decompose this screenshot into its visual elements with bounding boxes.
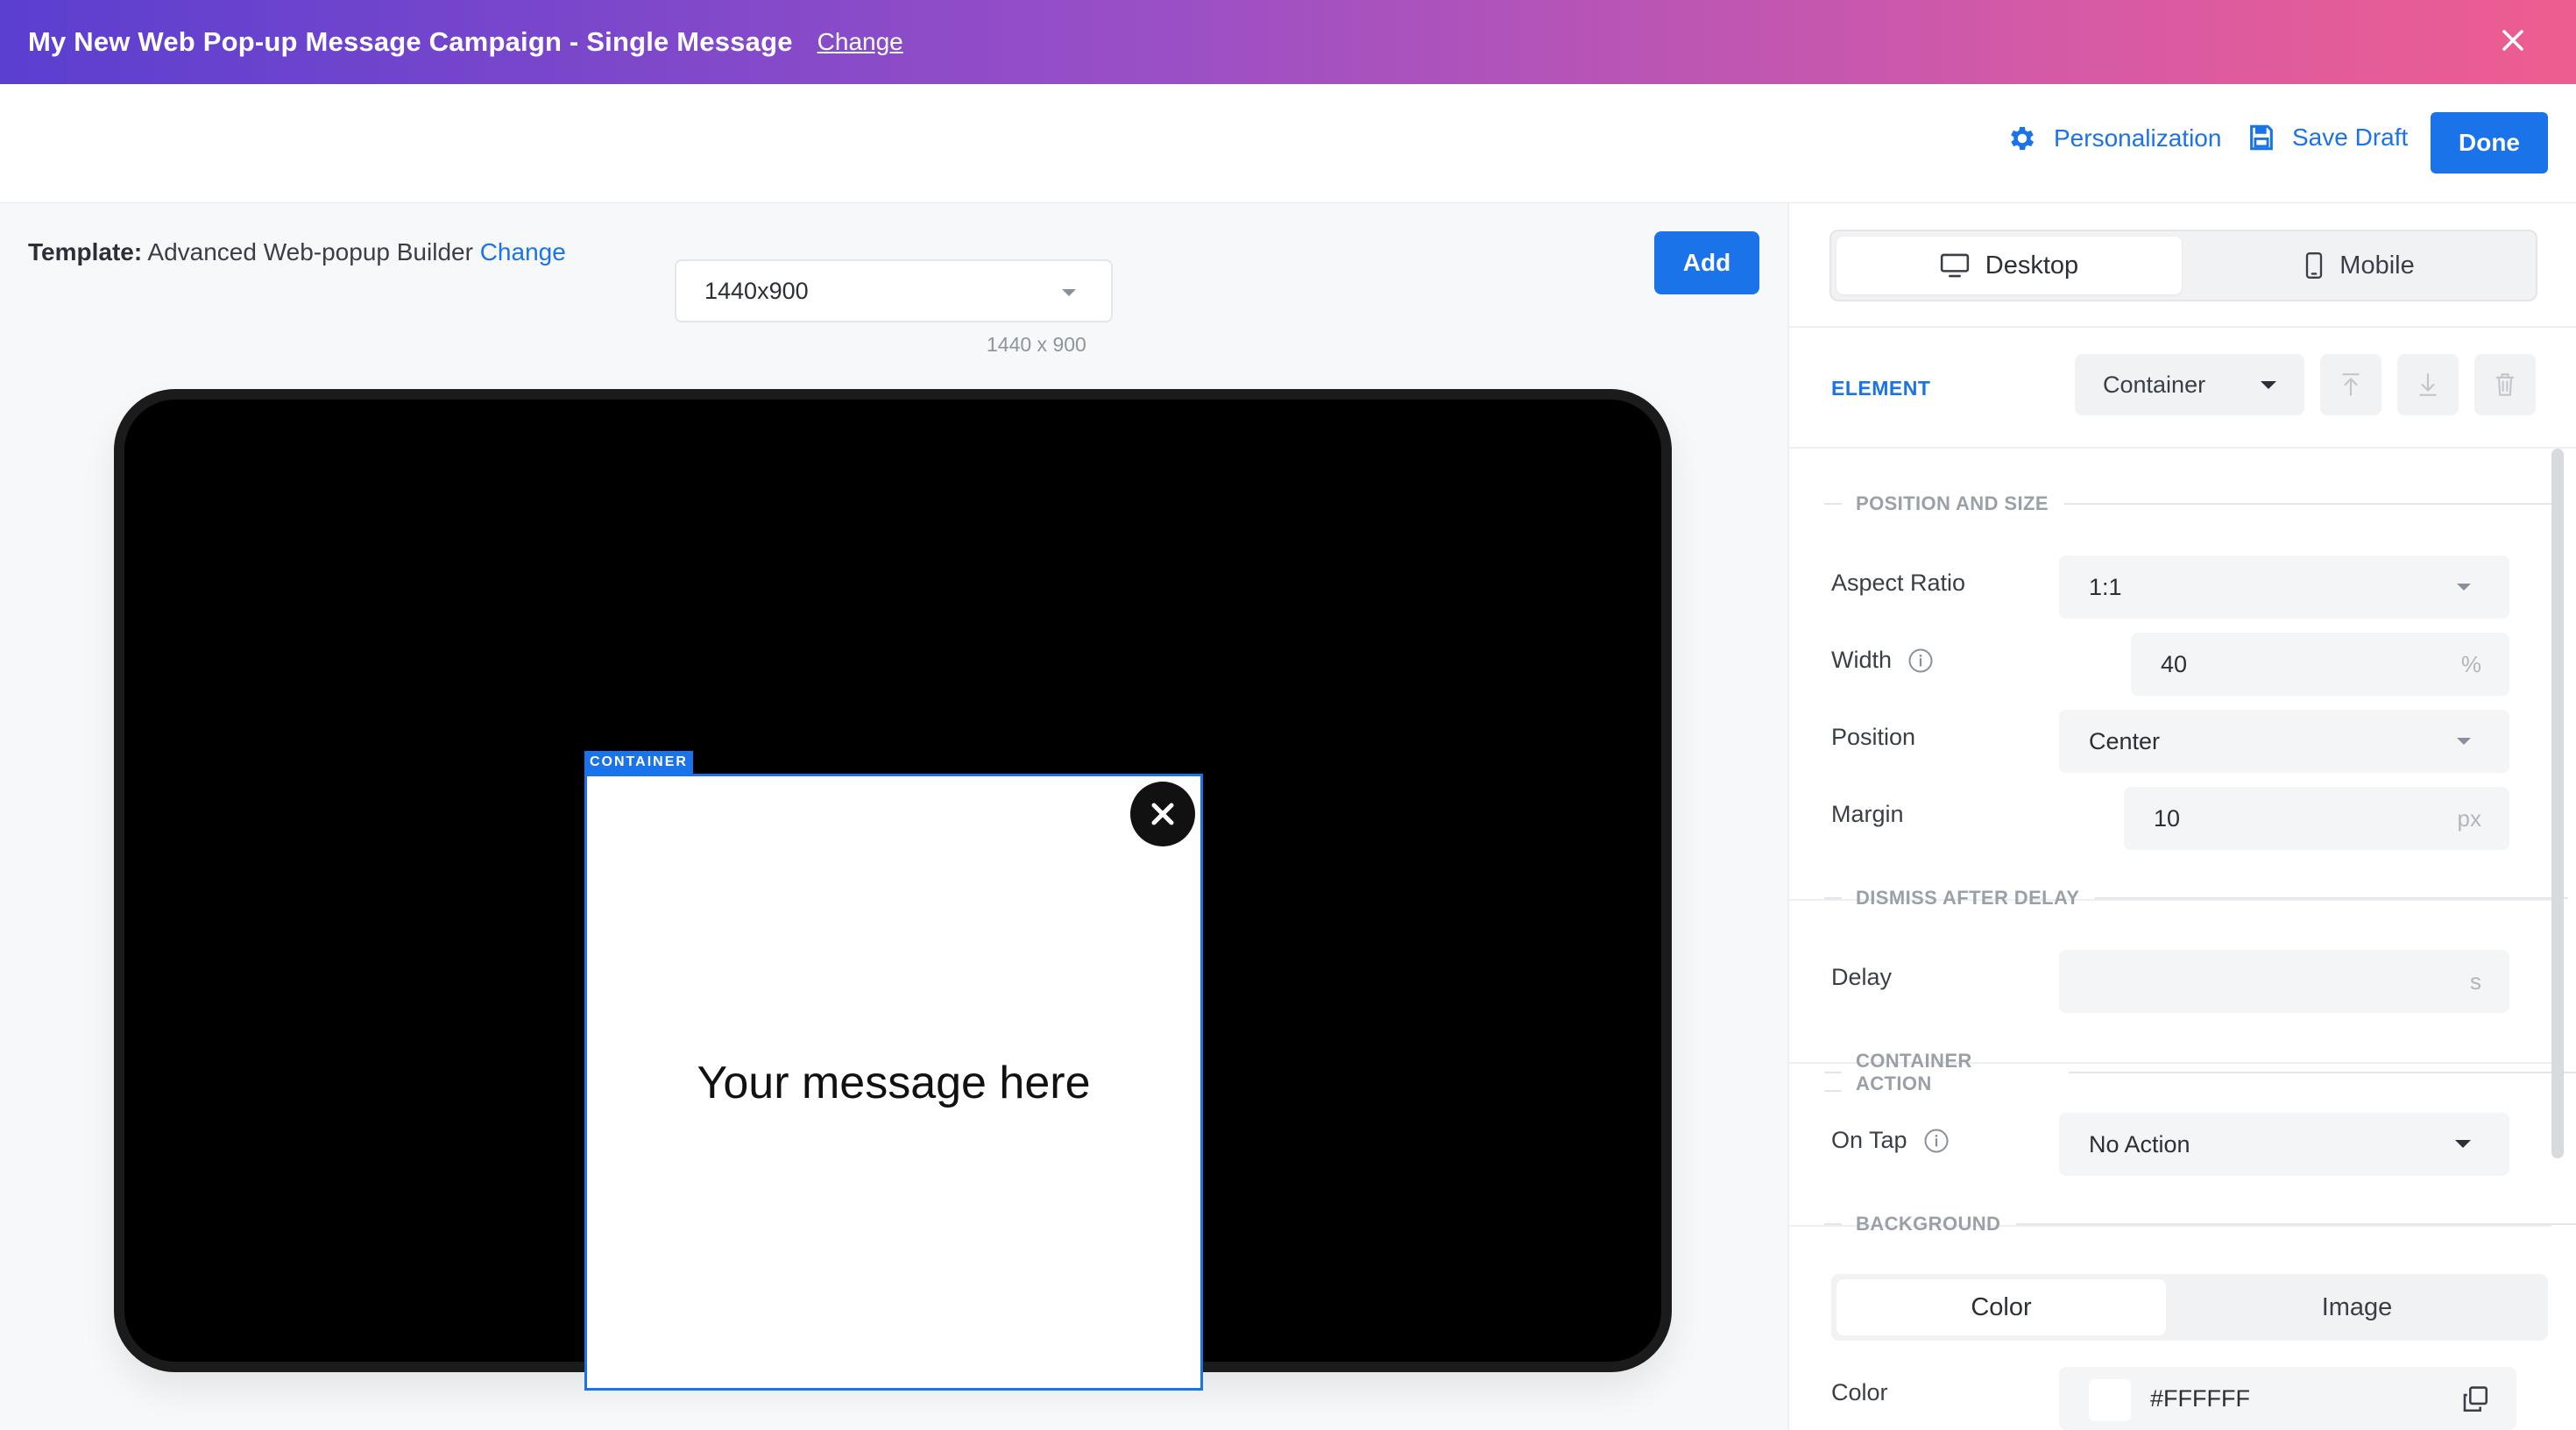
label-text: Color: [1831, 1379, 1888, 1405]
margin-label: Margin: [1831, 801, 1904, 828]
popup-close-button[interactable]: [1130, 782, 1195, 846]
section-title: DISMISS AFTER DELAY: [1856, 887, 2080, 909]
copy-icon[interactable]: [2460, 1384, 2490, 1414]
label-text: Width: [1831, 647, 1893, 673]
delay-unit: s: [2470, 968, 2481, 995]
element-row: ELEMENT Container: [1789, 326, 2576, 449]
change-template-link[interactable]: Change: [480, 238, 566, 265]
label-text: Margin: [1831, 801, 1904, 827]
on-tap-value: No Action: [2089, 1130, 2190, 1157]
chevron-down-icon: [2457, 738, 2471, 745]
background-type-toggle: Color Image: [1831, 1274, 2548, 1341]
info-icon[interactable]: [1907, 648, 1934, 674]
resolution-dropdown[interactable]: 1440x900: [675, 259, 1113, 322]
tab-image[interactable]: Image: [2173, 1279, 2541, 1335]
move-down-button[interactable]: [2397, 354, 2459, 415]
tab-mobile[interactable]: Mobile: [2185, 237, 2534, 294]
properties-panel: Desktop Mobile ELEMENT Container POSITIO…: [1787, 203, 2576, 1430]
section-rule: [2068, 1072, 2576, 1073]
title-bar: My New Web Pop-up Message Campaign - Sin…: [0, 0, 2576, 84]
color-value: #FFFFFF: [2150, 1384, 2250, 1412]
position-value: Center: [2089, 727, 2161, 754]
section-container-action: CONTAINER ACTION: [1824, 1050, 2576, 1095]
arrow-down-icon: [2419, 373, 2437, 396]
width-label: Width: [1831, 647, 1934, 674]
desktop-icon: [1940, 253, 1969, 278]
section-background: BACKGROUND: [1824, 1213, 2576, 1235]
tab-desktop-label: Desktop: [1985, 251, 2079, 280]
width-unit: %: [2460, 651, 2481, 677]
tab-color[interactable]: Color: [1836, 1279, 2166, 1335]
resolution-value: 1440x900: [704, 277, 809, 304]
label-text: On Tap: [1831, 1127, 1907, 1153]
color-swatch[interactable]: [2089, 1379, 2131, 1421]
margin-value: 10: [2154, 804, 2181, 832]
margin-input[interactable]: 10 px: [2124, 787, 2509, 850]
save-icon: [2250, 124, 2273, 151]
aspect-ratio-value: 1:1: [2089, 573, 2122, 600]
color-input[interactable]: #FFFFFF: [2059, 1367, 2516, 1430]
section-rule: [2063, 503, 2555, 505]
template-info: Template: Advanced Web-popup Builder Cha…: [28, 238, 566, 266]
delay-input[interactable]: s: [2059, 950, 2509, 1013]
trash-icon: [2495, 373, 2515, 396]
width-input[interactable]: 40 %: [2131, 633, 2509, 696]
move-up-button[interactable]: [2320, 354, 2381, 415]
device-toggle: Desktop Mobile: [1829, 230, 2537, 301]
section-rule: [2016, 1223, 2576, 1225]
preview-canvas: Template: Advanced Web-popup Builder Cha…: [0, 203, 1787, 1430]
chevron-down-icon: [1062, 289, 1076, 296]
label-text: Aspect Ratio: [1831, 570, 1966, 596]
add-button[interactable]: Add: [1654, 231, 1759, 294]
on-tap-label: On Tap: [1831, 1127, 1950, 1154]
chevron-down-icon: [2455, 1140, 2471, 1148]
close-icon: [1151, 803, 1174, 825]
position-label: Position: [1831, 724, 1915, 751]
header-toolbar: Personalization Save Draft Done: [0, 84, 2576, 203]
position-select[interactable]: Center: [2059, 710, 2509, 773]
template-label: Template:: [28, 238, 143, 265]
save-draft-button[interactable]: Save Draft: [2247, 123, 2408, 152]
personalization-label: Personalization: [2054, 124, 2222, 152]
popup-container[interactable]: Your message here: [584, 774, 1203, 1391]
mobile-icon: [2306, 252, 2323, 279]
close-icon[interactable]: [2495, 23, 2530, 58]
element-value: Container: [2103, 371, 2206, 398]
aspect-ratio-label: Aspect Ratio: [1831, 570, 1965, 597]
tab-mobile-label: Mobile: [2339, 251, 2415, 280]
on-tap-select[interactable]: No Action: [2059, 1113, 2509, 1176]
section-title: CONTAINER ACTION: [1855, 1050, 1972, 1094]
color-label: Color: [1831, 1379, 1888, 1406]
section-position-size: POSITION AND SIZE: [1824, 492, 2555, 515]
section-rule: [2095, 897, 2569, 899]
section-title: POSITION AND SIZE: [1856, 492, 2049, 514]
section-dismiss-after-delay: DISMISS AFTER DELAY: [1824, 887, 2569, 910]
template-name: Advanced Web-popup Builder: [147, 238, 473, 265]
width-value: 40: [2161, 650, 2188, 677]
popup-message-text[interactable]: Your message here: [587, 1057, 1200, 1109]
chevron-down-icon: [2261, 381, 2276, 389]
container-tag: CONTAINER: [584, 751, 693, 774]
arrow-up-icon: [2342, 373, 2360, 396]
done-button[interactable]: Done: [2431, 112, 2548, 173]
panel-scrollbar[interactable]: [2551, 449, 2564, 1158]
element-dropdown[interactable]: Container: [2075, 354, 2304, 415]
aspect-ratio-select[interactable]: 1:1: [2059, 556, 2509, 619]
personalization-button[interactable]: Personalization: [2006, 123, 2221, 154]
margin-unit: px: [2457, 805, 2481, 832]
gear-icon: [2011, 126, 2035, 151]
info-icon[interactable]: [1923, 1128, 1950, 1154]
tab-desktop[interactable]: Desktop: [1836, 237, 2182, 294]
delete-button[interactable]: [2474, 354, 2536, 415]
section-title: BACKGROUND: [1856, 1213, 2001, 1235]
change-campaign-link[interactable]: Change: [817, 28, 903, 56]
chevron-down-icon: [2457, 584, 2471, 591]
save-draft-label: Save Draft: [2292, 124, 2409, 151]
label-text: Delay: [1831, 964, 1893, 990]
campaign-title: My New Web Pop-up Message Campaign - Sin…: [28, 26, 793, 57]
label-text: Position: [1831, 724, 1916, 750]
resolution-subtext: 1440 x 900: [987, 333, 1086, 356]
delay-label: Delay: [1831, 964, 1892, 991]
element-label: ELEMENT: [1831, 377, 1931, 400]
